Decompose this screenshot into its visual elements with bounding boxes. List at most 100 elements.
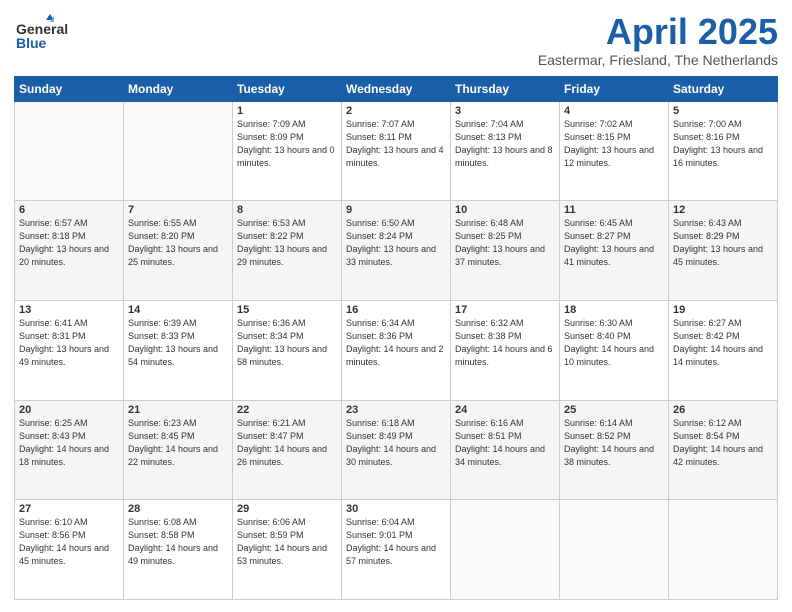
- day-number: 14: [128, 304, 228, 316]
- day-info: Sunrise: 6:45 AM Sunset: 8:27 PM Dayligh…: [564, 217, 664, 269]
- day-number: 1: [237, 105, 337, 117]
- table-row: 19Sunrise: 6:27 AM Sunset: 8:42 PM Dayli…: [669, 300, 778, 400]
- day-info: Sunrise: 6:48 AM Sunset: 8:25 PM Dayligh…: [455, 217, 555, 269]
- table-row: 15Sunrise: 6:36 AM Sunset: 8:34 PM Dayli…: [233, 300, 342, 400]
- table-row: 25Sunrise: 6:14 AM Sunset: 8:52 PM Dayli…: [560, 400, 669, 500]
- location: Eastermar, Friesland, The Netherlands: [538, 52, 778, 68]
- table-row: 14Sunrise: 6:39 AM Sunset: 8:33 PM Dayli…: [124, 300, 233, 400]
- day-info: Sunrise: 6:14 AM Sunset: 8:52 PM Dayligh…: [564, 417, 664, 469]
- day-info: Sunrise: 6:27 AM Sunset: 8:42 PM Dayligh…: [673, 317, 773, 369]
- table-row: 17Sunrise: 6:32 AM Sunset: 8:38 PM Dayli…: [451, 300, 560, 400]
- table-row: 27Sunrise: 6:10 AM Sunset: 8:56 PM Dayli…: [15, 500, 124, 600]
- table-row: 26Sunrise: 6:12 AM Sunset: 8:54 PM Dayli…: [669, 400, 778, 500]
- day-info: Sunrise: 6:36 AM Sunset: 8:34 PM Dayligh…: [237, 317, 337, 369]
- day-number: 3: [455, 105, 555, 117]
- day-info: Sunrise: 6:57 AM Sunset: 8:18 PM Dayligh…: [19, 217, 119, 269]
- table-row: 18Sunrise: 6:30 AM Sunset: 8:40 PM Dayli…: [560, 300, 669, 400]
- col-sunday: Sunday: [15, 76, 124, 101]
- day-number: 7: [128, 204, 228, 216]
- day-number: 21: [128, 404, 228, 416]
- table-row: 9Sunrise: 6:50 AM Sunset: 8:24 PM Daylig…: [342, 201, 451, 301]
- table-row: 5Sunrise: 7:00 AM Sunset: 8:16 PM Daylig…: [669, 101, 778, 201]
- day-info: Sunrise: 6:21 AM Sunset: 8:47 PM Dayligh…: [237, 417, 337, 469]
- table-row: [669, 500, 778, 600]
- table-row: 12Sunrise: 6:43 AM Sunset: 8:29 PM Dayli…: [669, 201, 778, 301]
- day-number: 25: [564, 404, 664, 416]
- col-wednesday: Wednesday: [342, 76, 451, 101]
- table-row: 11Sunrise: 6:45 AM Sunset: 8:27 PM Dayli…: [560, 201, 669, 301]
- table-row: 23Sunrise: 6:18 AM Sunset: 8:49 PM Dayli…: [342, 400, 451, 500]
- day-info: Sunrise: 7:04 AM Sunset: 8:13 PM Dayligh…: [455, 118, 555, 170]
- table-row: 8Sunrise: 6:53 AM Sunset: 8:22 PM Daylig…: [233, 201, 342, 301]
- day-info: Sunrise: 6:23 AM Sunset: 8:45 PM Dayligh…: [128, 417, 228, 469]
- day-number: 15: [237, 304, 337, 316]
- month-title: April 2025: [538, 12, 778, 52]
- table-row: 30Sunrise: 6:04 AM Sunset: 9:01 PM Dayli…: [342, 500, 451, 600]
- table-row: [15, 101, 124, 201]
- day-info: Sunrise: 6:12 AM Sunset: 8:54 PM Dayligh…: [673, 417, 773, 469]
- table-row: 24Sunrise: 6:16 AM Sunset: 8:51 PM Dayli…: [451, 400, 560, 500]
- table-row: 7Sunrise: 6:55 AM Sunset: 8:20 PM Daylig…: [124, 201, 233, 301]
- header: General Blue April 2025 Eastermar, Fries…: [14, 12, 778, 68]
- day-number: 6: [19, 204, 119, 216]
- day-info: Sunrise: 6:30 AM Sunset: 8:40 PM Dayligh…: [564, 317, 664, 369]
- day-number: 2: [346, 105, 446, 117]
- day-number: 23: [346, 404, 446, 416]
- table-row: 22Sunrise: 6:21 AM Sunset: 8:47 PM Dayli…: [233, 400, 342, 500]
- day-number: 11: [564, 204, 664, 216]
- table-row: 29Sunrise: 6:06 AM Sunset: 8:59 PM Dayli…: [233, 500, 342, 600]
- logo: General Blue: [14, 12, 94, 54]
- day-number: 28: [128, 503, 228, 515]
- day-info: Sunrise: 6:41 AM Sunset: 8:31 PM Dayligh…: [19, 317, 119, 369]
- day-number: 10: [455, 204, 555, 216]
- day-number: 29: [237, 503, 337, 515]
- col-tuesday: Tuesday: [233, 76, 342, 101]
- calendar-week-row: 27Sunrise: 6:10 AM Sunset: 8:56 PM Dayli…: [15, 500, 778, 600]
- day-info: Sunrise: 7:07 AM Sunset: 8:11 PM Dayligh…: [346, 118, 446, 170]
- calendar-week-row: 6Sunrise: 6:57 AM Sunset: 8:18 PM Daylig…: [15, 201, 778, 301]
- day-info: Sunrise: 6:10 AM Sunset: 8:56 PM Dayligh…: [19, 516, 119, 568]
- svg-text:Blue: Blue: [16, 35, 47, 51]
- day-number: 4: [564, 105, 664, 117]
- table-row: 21Sunrise: 6:23 AM Sunset: 8:45 PM Dayli…: [124, 400, 233, 500]
- day-info: Sunrise: 6:53 AM Sunset: 8:22 PM Dayligh…: [237, 217, 337, 269]
- table-row: 6Sunrise: 6:57 AM Sunset: 8:18 PM Daylig…: [15, 201, 124, 301]
- calendar-week-row: 1Sunrise: 7:09 AM Sunset: 8:09 PM Daylig…: [15, 101, 778, 201]
- logo-icon: General Blue: [14, 12, 94, 54]
- day-number: 9: [346, 204, 446, 216]
- day-number: 30: [346, 503, 446, 515]
- day-info: Sunrise: 6:08 AM Sunset: 8:58 PM Dayligh…: [128, 516, 228, 568]
- day-number: 16: [346, 304, 446, 316]
- day-number: 27: [19, 503, 119, 515]
- day-info: Sunrise: 6:06 AM Sunset: 8:59 PM Dayligh…: [237, 516, 337, 568]
- day-info: Sunrise: 6:43 AM Sunset: 8:29 PM Dayligh…: [673, 217, 773, 269]
- day-info: Sunrise: 6:34 AM Sunset: 8:36 PM Dayligh…: [346, 317, 446, 369]
- day-number: 5: [673, 105, 773, 117]
- day-number: 19: [673, 304, 773, 316]
- calendar-header-row: Sunday Monday Tuesday Wednesday Thursday…: [15, 76, 778, 101]
- table-row: 3Sunrise: 7:04 AM Sunset: 8:13 PM Daylig…: [451, 101, 560, 201]
- day-info: Sunrise: 7:00 AM Sunset: 8:16 PM Dayligh…: [673, 118, 773, 170]
- col-thursday: Thursday: [451, 76, 560, 101]
- table-row: [124, 101, 233, 201]
- day-info: Sunrise: 7:09 AM Sunset: 8:09 PM Dayligh…: [237, 118, 337, 170]
- day-info: Sunrise: 6:04 AM Sunset: 9:01 PM Dayligh…: [346, 516, 446, 568]
- table-row: 1Sunrise: 7:09 AM Sunset: 8:09 PM Daylig…: [233, 101, 342, 201]
- day-info: Sunrise: 6:32 AM Sunset: 8:38 PM Dayligh…: [455, 317, 555, 369]
- table-row: [560, 500, 669, 600]
- day-info: Sunrise: 6:50 AM Sunset: 8:24 PM Dayligh…: [346, 217, 446, 269]
- day-number: 13: [19, 304, 119, 316]
- day-number: 24: [455, 404, 555, 416]
- col-monday: Monday: [124, 76, 233, 101]
- day-info: Sunrise: 6:39 AM Sunset: 8:33 PM Dayligh…: [128, 317, 228, 369]
- page: General Blue April 2025 Eastermar, Fries…: [0, 0, 792, 612]
- day-number: 20: [19, 404, 119, 416]
- day-info: Sunrise: 6:18 AM Sunset: 8:49 PM Dayligh…: [346, 417, 446, 469]
- day-number: 8: [237, 204, 337, 216]
- table-row: 16Sunrise: 6:34 AM Sunset: 8:36 PM Dayli…: [342, 300, 451, 400]
- day-info: Sunrise: 6:16 AM Sunset: 8:51 PM Dayligh…: [455, 417, 555, 469]
- col-saturday: Saturday: [669, 76, 778, 101]
- day-number: 17: [455, 304, 555, 316]
- day-number: 22: [237, 404, 337, 416]
- calendar-table: Sunday Monday Tuesday Wednesday Thursday…: [14, 76, 778, 600]
